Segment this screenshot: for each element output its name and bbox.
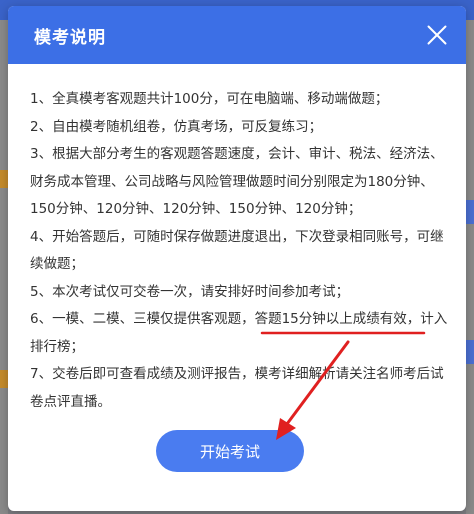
rule-6: 6、一模、二模、三模仅提供客观题，答题15分钟以上成绩有效，计入排行榜； [30, 306, 448, 361]
rule-5: 5、本次考试仅可交卷一次，请安排好时间参加考试； [30, 283, 350, 300]
start-exam-button[interactable]: 开始考试 [156, 430, 304, 472]
rules-list: 1、全真模考客观题共计100分，可在电脑端、移动端做题； 2、自由模考随机组卷，… [8, 64, 466, 416]
rule-7: 7、交卷后即可查看成绩及测评报告，模考详细解析请关注名师考后试卷点评直播。 [30, 366, 444, 410]
close-icon[interactable] [426, 24, 448, 46]
backdrop-left-edge [0, 20, 8, 514]
rule-6-highlight: 答题15分钟以上成绩有效 [254, 311, 407, 327]
rule-3: 3、根据大部分考生的客观题答题速度，会计、审计、税法、经济法、财务成本管理、公司… [30, 146, 444, 217]
rule-4: 4、开始答题后，可随时保存做题进度退出，下次登录相同账号，可继续做题； [30, 228, 444, 273]
modal-title: 模考说明 [34, 27, 106, 48]
backdrop-right-edge [466, 20, 474, 514]
modal-header: 模考说明 [8, 6, 466, 64]
rule-1: 1、全真模考客观题共计100分，可在电脑端、移动端做题； [30, 91, 389, 107]
rule-2: 2、自由模考随机组卷，仿真考场，可反复练习； [30, 118, 323, 135]
rule-6-prefix: 6、一模、二模、三模仅提供客观题， [30, 311, 255, 327]
